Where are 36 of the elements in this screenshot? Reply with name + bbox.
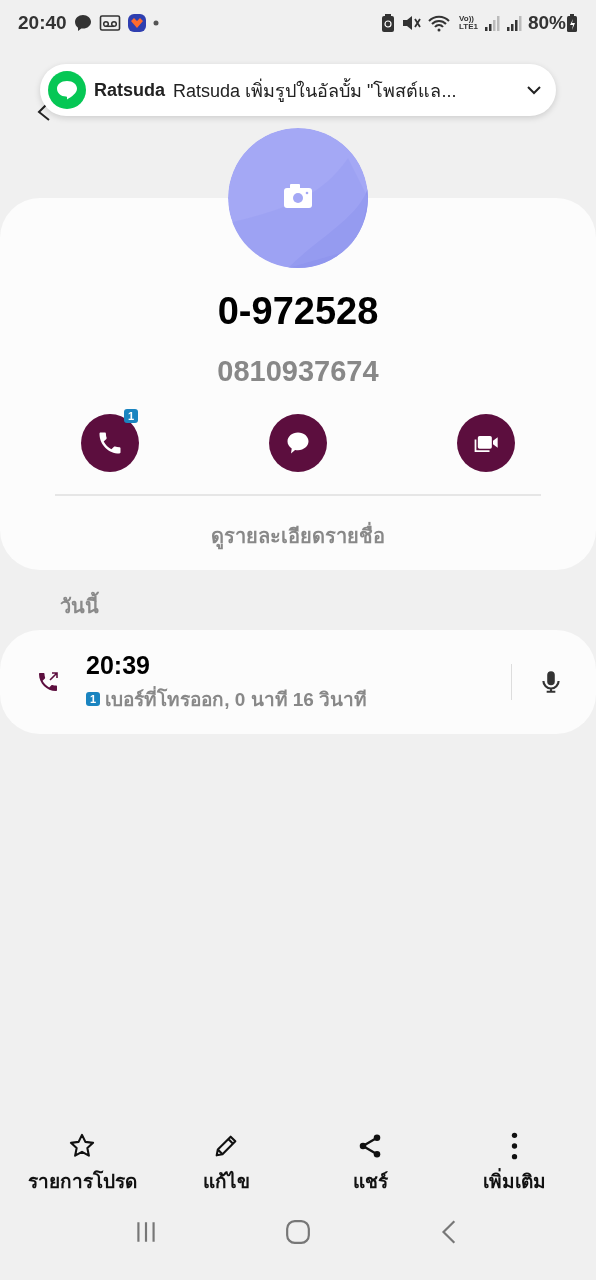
more-button[interactable]: เพิ่มเติม bbox=[444, 1132, 584, 1196]
favorite-button[interactable]: รายการโปรด bbox=[12, 1132, 152, 1196]
sim-badge: 1 bbox=[86, 691, 101, 706]
signal-icon bbox=[505, 14, 522, 32]
battery-icon bbox=[566, 13, 578, 33]
app-icon bbox=[126, 13, 147, 33]
signal-icon bbox=[483, 14, 500, 32]
message-button[interactable] bbox=[269, 414, 327, 472]
call-log-entry[interactable]: 20:39 1 เบอร์ที่โทรออก, 0 นาที 16 วินาที bbox=[0, 630, 596, 734]
call-description: เบอร์ที่โทรออก, 0 นาที 16 วินาที bbox=[105, 685, 368, 712]
more-options-icon bbox=[510, 1132, 518, 1160]
call-button[interactable] bbox=[81, 414, 139, 472]
network-label: Vo)) LTE1 bbox=[459, 15, 478, 31]
battery-saver-icon bbox=[381, 13, 395, 33]
voicemail-icon bbox=[98, 13, 121, 33]
dot-icon bbox=[152, 20, 159, 26]
section-header: วันนี้ bbox=[60, 590, 99, 622]
clock-time: 20:40 bbox=[18, 12, 67, 34]
mute-icon bbox=[401, 13, 421, 33]
video-button[interactable] bbox=[457, 414, 515, 472]
chat-app-icon bbox=[48, 71, 86, 109]
contact-name: 0-972528 bbox=[217, 290, 379, 333]
star-icon bbox=[68, 1132, 96, 1160]
notification-banner[interactable]: Ratsuda Ratsuda เพิ่มรูปในอัลบั้ม "โพสต์แล... bbox=[40, 64, 556, 116]
call-time: 20:39 bbox=[86, 650, 150, 680]
phone-number: 0810937674 bbox=[217, 355, 379, 388]
wifi-icon bbox=[427, 13, 451, 33]
home-icon[interactable] bbox=[285, 1219, 311, 1245]
battery-percentage: 80% bbox=[527, 12, 566, 34]
edit-button[interactable]: แก้ไข bbox=[156, 1132, 296, 1196]
count-badge: 1 bbox=[123, 409, 138, 423]
chat-bubble-icon bbox=[72, 13, 93, 33]
notification-sender: Ratsuda bbox=[94, 79, 165, 101]
outgoing-call-icon bbox=[36, 670, 60, 694]
share-button[interactable]: แชร์ bbox=[300, 1132, 440, 1196]
notification-message: Ratsuda เพิ่มรูปในอัลบั้ม "โพสต์แล... bbox=[173, 77, 458, 104]
